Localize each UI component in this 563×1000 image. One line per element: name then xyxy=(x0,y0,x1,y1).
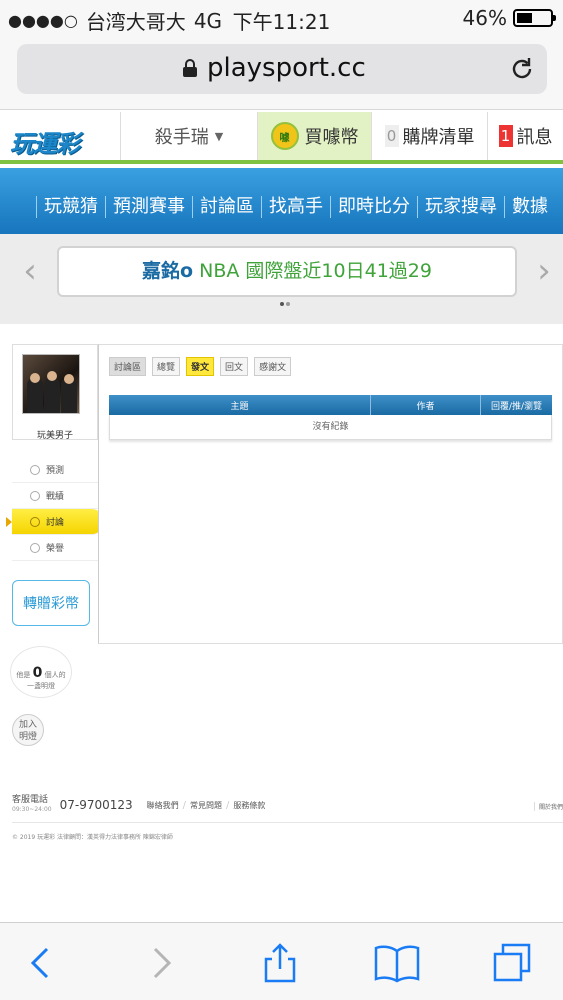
reload-icon[interactable] xyxy=(509,56,535,82)
ticker-prev-icon[interactable]: ‹ xyxy=(18,254,42,288)
ticker-band: ‹ 嘉銘o NBA 國際盤近10日41過29 › xyxy=(0,234,563,324)
ticker-next-icon[interactable]: › xyxy=(532,254,556,288)
profile-menu-label: 討論 xyxy=(46,518,65,528)
discussion-panel: 討論區 總覽 發文 回文 感謝文 主題 作者 回覆/推/瀏覽 沒有紀錄 xyxy=(98,344,563,644)
tab-replies[interactable]: 回文 xyxy=(220,357,249,376)
avatar[interactable] xyxy=(22,354,80,414)
footer-link-terms[interactable]: 服務條款 xyxy=(229,800,269,811)
copyright: © 2019 玩運彩 法律顧問：漢英得力法律事務所 陳錦宏律師 xyxy=(12,834,173,841)
profile-menu-discussion[interactable]: 討論 xyxy=(6,509,102,535)
nav-item-forum[interactable]: 討論區 xyxy=(192,196,261,218)
status-bar: ●●●●○ 台湾大哥大 4G 下午11:21 46% xyxy=(0,0,563,36)
messages-button[interactable]: 1 訊息 xyxy=(487,112,563,160)
main-nav: 玩競猜 預測賽事 討論區 找高手 即時比分 玩家搜尋 數據 xyxy=(0,168,563,234)
column-topic[interactable]: 主題 xyxy=(109,395,371,415)
messages-label: 訊息 xyxy=(516,127,553,148)
nav-item-predict[interactable]: 預測賽事 xyxy=(105,196,192,218)
fans-line2: 一盞明燈 xyxy=(27,682,55,690)
chat-icon xyxy=(30,490,40,501)
footer-link-faq[interactable]: 常見問題 xyxy=(186,800,226,811)
footer-link-contact[interactable]: 聯絡我們 xyxy=(143,800,183,811)
nav-item-player-search[interactable]: 玩家搜尋 xyxy=(417,196,504,218)
column-author[interactable]: 作者 xyxy=(371,395,481,415)
tab-overview[interactable]: 總覽 xyxy=(152,357,181,376)
profile-menu-predict[interactable]: 預測 xyxy=(12,457,98,483)
battery-icon xyxy=(513,9,556,27)
ticker-text: NBA 國際盤近10日41過29 xyxy=(199,260,432,282)
back-icon[interactable] xyxy=(22,943,62,983)
service-label: 客服電話 09:30~24:00 xyxy=(12,796,52,814)
browser-toolbar xyxy=(0,922,563,1000)
caret-down-icon: ▼ xyxy=(214,129,224,143)
url-text: playsport.cc xyxy=(207,53,366,83)
ticker-pager xyxy=(280,302,290,306)
coin-icon: 噱 xyxy=(270,122,299,150)
forward-icon[interactable] xyxy=(140,943,180,983)
profile-menu-record[interactable]: 戰績 xyxy=(12,483,98,509)
profile-card xyxy=(12,344,98,440)
nav-item-experts[interactable]: 找高手 xyxy=(261,196,330,218)
trophy-icon xyxy=(30,542,40,553)
add-light-label: 加入 xyxy=(18,720,37,730)
buy-coin-label: 買噱幣 xyxy=(304,127,359,148)
add-light-label: 明燈 xyxy=(18,732,37,742)
nav-item-livescore[interactable]: 即時比分 xyxy=(330,196,417,218)
lock-icon xyxy=(183,59,197,77)
table-header: 主題 作者 回覆/推/瀏覽 xyxy=(109,395,552,415)
tab-thanks[interactable]: 感謝文 xyxy=(254,357,292,376)
fans-prefix: 他是 xyxy=(16,671,31,679)
profile-menu-honor[interactable]: 榮譽 xyxy=(12,535,98,561)
service-phone[interactable]: 07-9700123 xyxy=(60,798,133,812)
nav-item-data[interactable]: 數據 xyxy=(504,196,555,218)
bookmarks-icon[interactable] xyxy=(374,943,420,983)
tab-posts[interactable]: 發文 xyxy=(186,357,215,376)
cart-count-badge: 0 xyxy=(384,125,399,147)
ticker-box[interactable]: 嘉銘o NBA 國際盤近10日41過29 xyxy=(57,246,517,297)
cart-button[interactable]: 0 購牌清單 xyxy=(371,112,487,160)
empty-message: 沒有紀錄 xyxy=(109,415,552,440)
fans-suffix: 個人的 xyxy=(44,671,66,679)
killer-label: 殺手瑞 xyxy=(154,127,209,148)
pager-dot xyxy=(280,302,284,306)
cart-label: 購牌清單 xyxy=(402,127,475,148)
status-right: 46% xyxy=(462,6,556,30)
tabs-icon[interactable] xyxy=(492,943,532,983)
fans-bulb: 他是 0 個人的 一盞明燈 xyxy=(10,646,72,698)
address-bar[interactable]: playsport.cc xyxy=(17,44,547,94)
browser-url-area: playsport.cc xyxy=(0,36,563,110)
site-footer: 客服電話 09:30~24:00 07-9700123 聯絡我們 / 常見問題 … xyxy=(12,795,563,814)
gift-coins-button[interactable]: 轉贈彩幣 xyxy=(12,580,90,626)
buy-coin-button[interactable]: 噱 買噱幣 xyxy=(257,112,371,160)
target-icon xyxy=(30,464,40,475)
profile-menu: 預測 戰績 討論 榮譽 xyxy=(6,457,102,561)
service-hours: 09:30~24:00 xyxy=(12,806,52,813)
pencil-icon xyxy=(30,516,40,527)
site-logo[interactable]: 玩運彩 xyxy=(10,124,80,159)
profile-menu-label: 榮譽 xyxy=(46,544,65,554)
add-light-button[interactable]: 加入 明燈 xyxy=(12,714,44,746)
profile-menu-label: 預測 xyxy=(46,466,65,476)
share-icon[interactable] xyxy=(260,943,300,983)
profile-username: 玩美男子 xyxy=(36,431,73,441)
footer-link-about[interactable]: 關於我們 xyxy=(533,802,563,811)
message-count-badge: 1 xyxy=(498,125,513,147)
forum-tabs: 討論區 總覽 發文 回文 感謝文 xyxy=(109,357,292,376)
service-label-text: 客服電話 xyxy=(12,795,49,805)
column-stats[interactable]: 回覆/推/瀏覽 xyxy=(481,395,552,415)
profile-menu-label: 戰績 xyxy=(46,492,65,502)
pager-dot xyxy=(286,302,290,306)
ticker-user: 嘉銘o xyxy=(142,260,194,282)
battery-percent: 46% xyxy=(462,6,507,30)
nav-item-play[interactable]: 玩競猜 xyxy=(36,196,105,218)
fans-count: 0 xyxy=(32,665,43,681)
tab-forum[interactable]: 討論區 xyxy=(109,357,147,376)
killer-dropdown[interactable]: 殺手瑞 ▼ xyxy=(120,112,257,160)
site-header: 玩運彩 殺手瑞 ▼ 噱 買噱幣 0 購牌清單 1 訊息 xyxy=(0,112,563,164)
